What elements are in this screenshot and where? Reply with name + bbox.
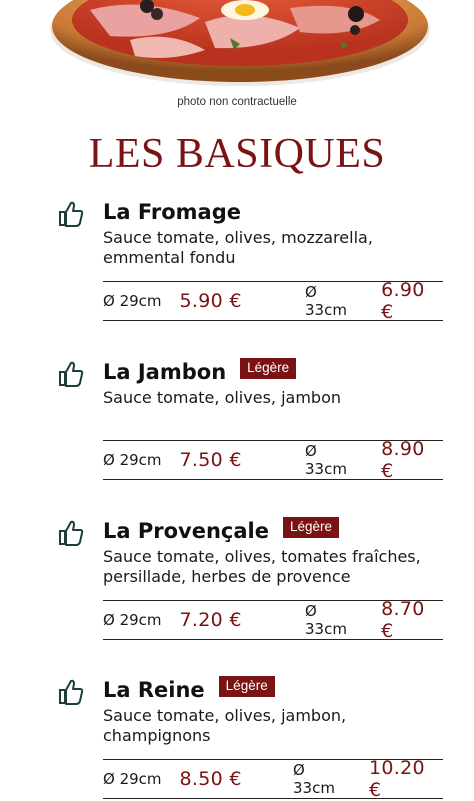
price-bar: Ø 29cm 8.50 € Ø 33cm 10.20 € (103, 757, 443, 801)
price: 8.90 € (381, 438, 425, 482)
price: 7.20 € (179, 609, 242, 631)
item-description: Sauce tomate, olives, jambon, champignon… (103, 706, 347, 745)
thumbs-up-icon (59, 679, 84, 705)
size-label: Ø 33cm (293, 761, 335, 797)
price: 7.50 € (179, 449, 242, 471)
size-label: Ø 29cm (103, 451, 162, 469)
price: 8.70 € (381, 598, 425, 642)
thumbs-up-icon (59, 361, 84, 387)
item-description: Sauce tomate, olives, mozzarella, emment… (103, 228, 373, 267)
price-bar: Ø 29cm 7.50 € Ø 33cm 8.90 € (103, 438, 443, 482)
size-label: Ø 33cm (305, 602, 347, 638)
size-label: Ø 33cm (305, 283, 347, 319)
size-label: Ø 29cm (103, 292, 162, 310)
size-label: Ø 33cm (305, 442, 347, 478)
item-description: Sauce tomate, olives, jambon (103, 388, 341, 407)
item-description: Sauce tomate, olives, tomates fraîches, … (103, 547, 421, 586)
price: 6.90 € (381, 279, 425, 323)
pizza-photo (0, 0, 474, 96)
item-name: La Jambon (103, 360, 227, 384)
item-name: La Reine (103, 678, 205, 702)
price: 5.90 € (179, 290, 242, 312)
light-badge: Légère (282, 516, 340, 538)
section-title: LES BASIQUES (88, 131, 386, 177)
price-bar: Ø 29cm 7.20 € Ø 33cm 8.70 € (103, 598, 443, 642)
price: 10.20 € (369, 757, 425, 801)
photo-disclaimer: photo non contractuelle (177, 96, 297, 108)
item-name: La Provençale (103, 519, 269, 543)
light-badge: Légère (218, 675, 275, 697)
light-badge: Légère (240, 357, 297, 379)
price-bar: Ø 29cm 5.90 € Ø 33cm 6.90 € (103, 279, 443, 323)
size-label: Ø 29cm (103, 770, 162, 788)
item-name: La Fromage (103, 200, 241, 224)
price: 8.50 € (179, 768, 242, 790)
thumbs-up-icon (59, 201, 84, 227)
thumbs-up-icon (59, 520, 84, 546)
size-label: Ø 29cm (103, 611, 162, 629)
